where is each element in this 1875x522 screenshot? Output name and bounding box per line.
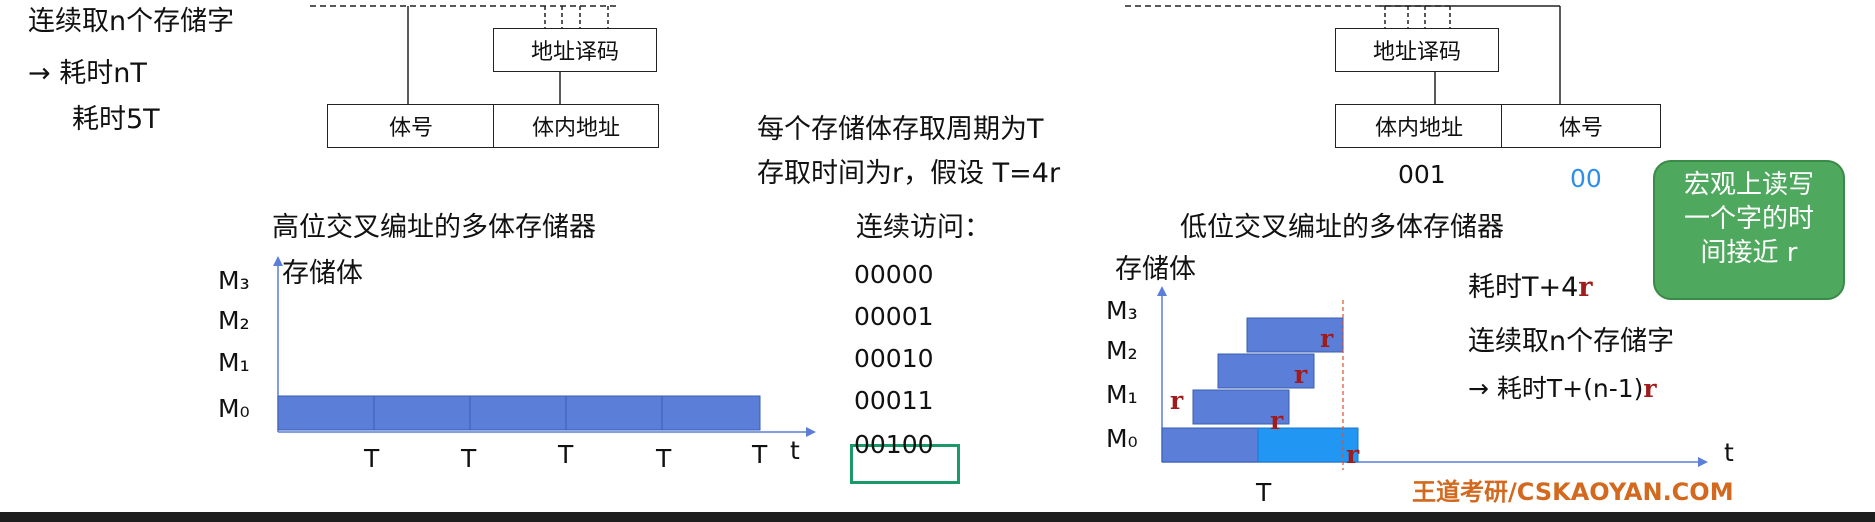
left-field-offset: 体内地址 — [493, 104, 659, 148]
right-time-prefix: 耗时T+4 — [1468, 272, 1579, 303]
right-m1-label: M₁ — [1106, 380, 1138, 409]
left-m1-label: M₁ — [218, 348, 250, 377]
right-chart-title: 低位交叉编址的多体存储器 — [1180, 212, 1504, 243]
left-t-label-2: T — [461, 444, 477, 473]
footer-bar — [0, 512, 1875, 522]
left-m0-blocks — [277, 395, 761, 431]
left-block-2 — [373, 395, 471, 431]
left-t-label-1: T — [364, 444, 380, 473]
left-chart-ylabel: 存储体 — [282, 258, 363, 289]
middle-line1: 每个存储体存取周期为T — [757, 114, 1044, 145]
slide: 连续取n个存储字 → 耗时nT 耗时5T 地址译码 体号 体内地址 地址译码 体… — [0, 0, 1875, 522]
left-t-label-5: T — [752, 440, 768, 469]
right-addr-bank: 00 — [1570, 164, 1602, 193]
tooltip-line1: 宏观上读写 — [1683, 170, 1814, 200]
left-x-arrow — [806, 427, 816, 437]
right-block-m0 — [1161, 427, 1259, 463]
right-y-arrow — [1157, 286, 1167, 296]
right-continuous-note: 连续取n个存储字 — [1468, 326, 1675, 357]
right-chart-ylabel: 存储体 — [1115, 254, 1196, 285]
address-0: 00000 — [854, 260, 934, 289]
right-m0-label: M₀ — [1106, 424, 1138, 453]
left-chart-title: 高位交叉编址的多体存储器 — [272, 212, 596, 243]
tooltip-line2: 一个字的时 — [1683, 204, 1814, 234]
middle-line2: 存取时间为r，假设 T=4r — [757, 158, 1061, 189]
address-1: 00001 — [854, 302, 934, 331]
right-formula-note: → 耗时T+(n-1)r — [1468, 374, 1657, 404]
right-r-label-m1: r — [1170, 386, 1184, 415]
left-block-1 — [277, 395, 375, 431]
left-decoder-box: 地址译码 — [493, 28, 657, 72]
address-4: 00100 — [854, 430, 934, 459]
right-t-label: T — [1256, 478, 1272, 507]
right-decoder-box: 地址译码 — [1335, 28, 1499, 72]
left-m2-label: M₂ — [218, 306, 250, 335]
left-axis-t-label: t — [790, 436, 800, 465]
left-t-label-4: T — [656, 444, 672, 473]
right-formula-r: r — [1643, 374, 1657, 403]
right-formula-prefix: → 耗时T+(n-1) — [1468, 374, 1644, 403]
right-addr-offset: 001 — [1398, 160, 1446, 189]
right-x-arrow — [1698, 457, 1708, 467]
left-m3-label: M₃ — [218, 266, 250, 295]
right-r-label-m3: r — [1320, 324, 1334, 353]
left-t-label-3: T — [558, 440, 574, 469]
left-m0-label: M₀ — [218, 394, 250, 423]
watermark: 王道考研/CSKAOYAN.COM — [1412, 478, 1734, 506]
right-m2-label: M₂ — [1106, 336, 1138, 365]
address-2: 00010 — [854, 344, 934, 373]
right-time-r: r — [1578, 272, 1593, 303]
right-axis-t-label: t — [1724, 438, 1734, 467]
right-field-bank: 体号 — [1501, 104, 1661, 148]
right-m3-label: M₃ — [1106, 296, 1138, 325]
left-block-3 — [469, 395, 567, 431]
left-block-4 — [565, 395, 663, 431]
right-r-label-end: r — [1346, 440, 1360, 469]
right-field-offset: 体内地址 — [1335, 104, 1503, 148]
left-field-bank: 体号 — [327, 104, 495, 148]
access-title: 连续访问： — [856, 212, 991, 243]
left-block-5 — [661, 395, 761, 431]
tooltip-callout: 宏观上读写 一个字的时 间接近 r — [1653, 160, 1845, 300]
right-r-label-m2: r — [1294, 360, 1308, 389]
address-3: 00011 — [854, 386, 934, 415]
right-time-note: 耗时T+4r — [1468, 272, 1593, 304]
tooltip-line3: 间接近 r — [1700, 238, 1798, 268]
right-r-label-m0: r — [1270, 406, 1284, 435]
